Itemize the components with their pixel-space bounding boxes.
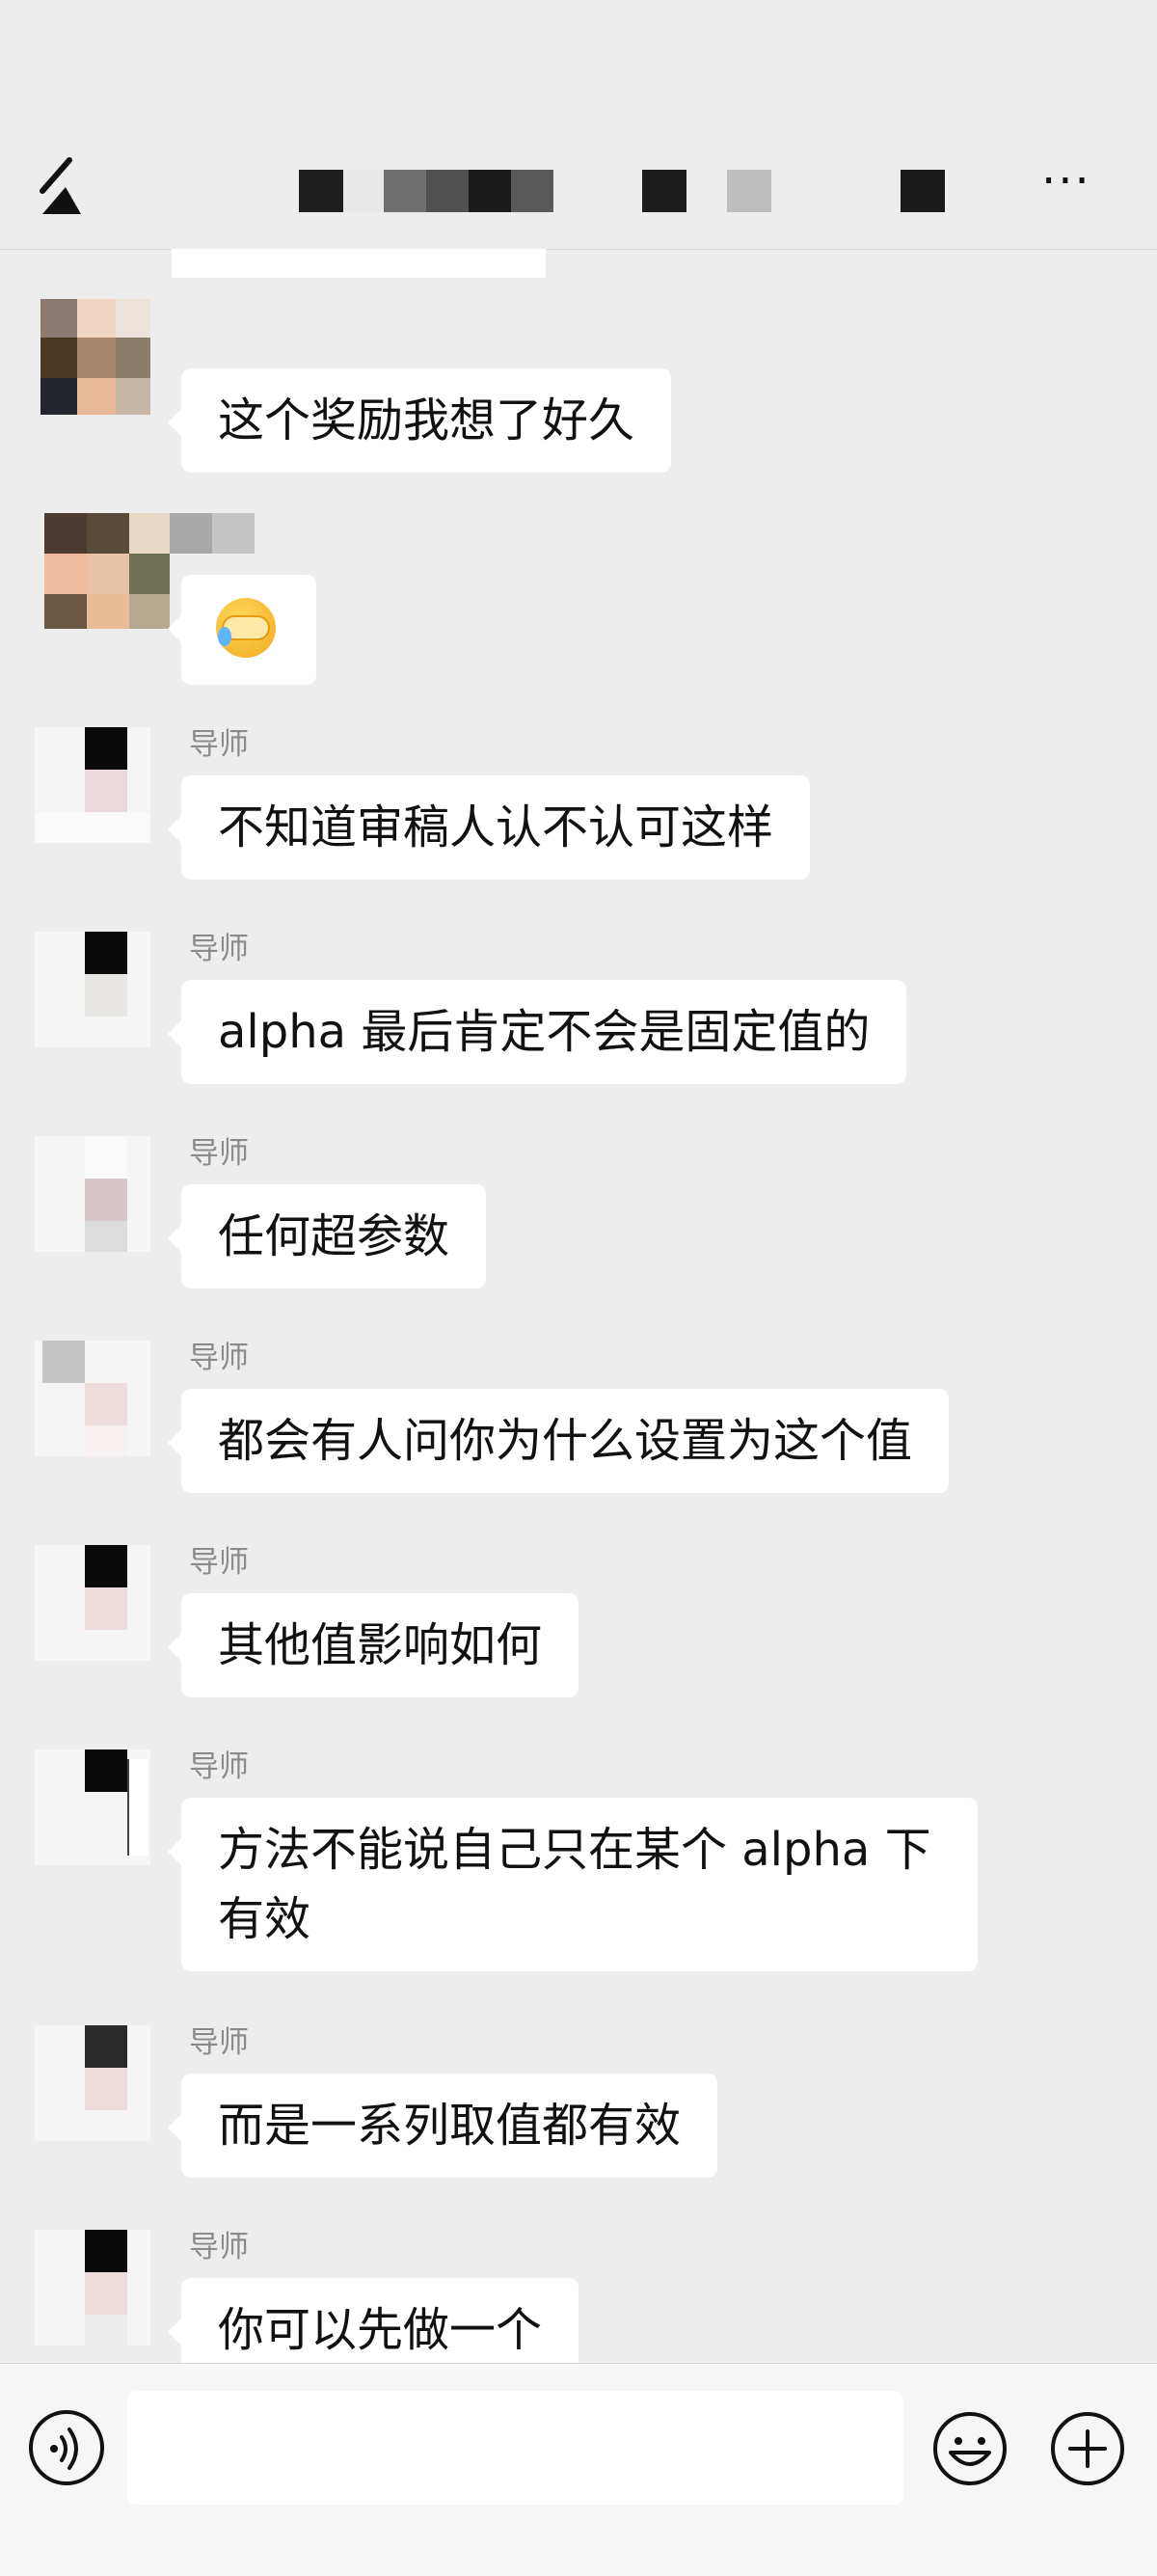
chat-header: ··· [0, 0, 1157, 250]
message-text: 方法不能说自己只在某个 alpha 下有效 [218, 1823, 931, 1946]
crying-laughing-emoji [216, 598, 276, 658]
sender-name: 导师 [189, 1136, 249, 1171]
avatar[interactable] [35, 1341, 150, 1456]
emoji-message-bubble[interactable] [168, 575, 316, 685]
message-text: 不知道审稿人认不认可这样 [218, 800, 774, 854]
avatar[interactable] [35, 1749, 150, 1865]
message-text: 都会有人问你为什么设置为这个值 [218, 1414, 913, 1468]
message-text: 任何超参数 [218, 1209, 450, 1263]
message-input[interactable] [127, 2391, 903, 2505]
sender-name: 导师 [189, 2025, 249, 2060]
avatar[interactable] [35, 299, 150, 415]
message-text: 你可以先做一个 [218, 2303, 543, 2357]
sender-name: 导师 [189, 2230, 249, 2264]
emoji-icon[interactable] [931, 2410, 1009, 2487]
sender-name: 导师 [189, 1545, 249, 1580]
voice-icon[interactable] [29, 2410, 104, 2485]
sender-name: 导师 [189, 727, 249, 762]
message-bubble[interactable]: 其他值影响如何 [167, 1593, 579, 1697]
sender-name: 导师 [189, 1341, 249, 1375]
avatar[interactable] [35, 727, 150, 843]
avatar[interactable] [35, 1545, 150, 1661]
cutoff-bubble [172, 249, 546, 278]
message-bubble[interactable]: 这个奖励我想了好久 [167, 368, 672, 473]
message-text: 这个奖励我想了好久 [218, 393, 635, 447]
chat-title-redacted [299, 170, 955, 212]
message-text: 而是一系列取值都有效 [218, 2099, 682, 2153]
message-bubble[interactable]: 而是一系列取值都有效 [167, 2074, 718, 2178]
message-bubble[interactable]: 都会有人问你为什么设置为这个值 [167, 1389, 950, 1493]
message-list[interactable]: 这个奖励我想了好久 导师 不知道审稿人认不认可这样 导师 alpha 最后肯定不… [0, 249, 1157, 2363]
message-text: alpha 最后肯定不会是固定值的 [218, 1005, 871, 1059]
avatar[interactable] [35, 1136, 150, 1252]
back-arrow-icon[interactable] [37, 154, 94, 222]
sender-name: 导师 [189, 932, 249, 966]
more-icon[interactable]: ··· [1041, 158, 1109, 204]
avatar[interactable] [35, 2025, 150, 2141]
sender-name: 导师 [189, 1749, 249, 1784]
message-bubble[interactable]: alpha 最后肯定不会是固定值的 [167, 980, 907, 1084]
plus-icon[interactable] [1049, 2410, 1126, 2487]
message-bubble[interactable]: 你可以先做一个 [167, 2278, 579, 2363]
message-bubble[interactable]: 任何超参数 [167, 1184, 487, 1288]
avatar[interactable] [35, 932, 150, 1047]
avatar[interactable] [35, 2230, 150, 2346]
message-bubble[interactable]: 不知道审稿人认不认可这样 [167, 775, 811, 880]
input-bar [0, 2363, 1157, 2576]
message-text: 其他值影响如何 [218, 1618, 543, 1672]
message-bubble[interactable]: 方法不能说自己只在某个 alpha 下有效 [168, 1798, 978, 1971]
